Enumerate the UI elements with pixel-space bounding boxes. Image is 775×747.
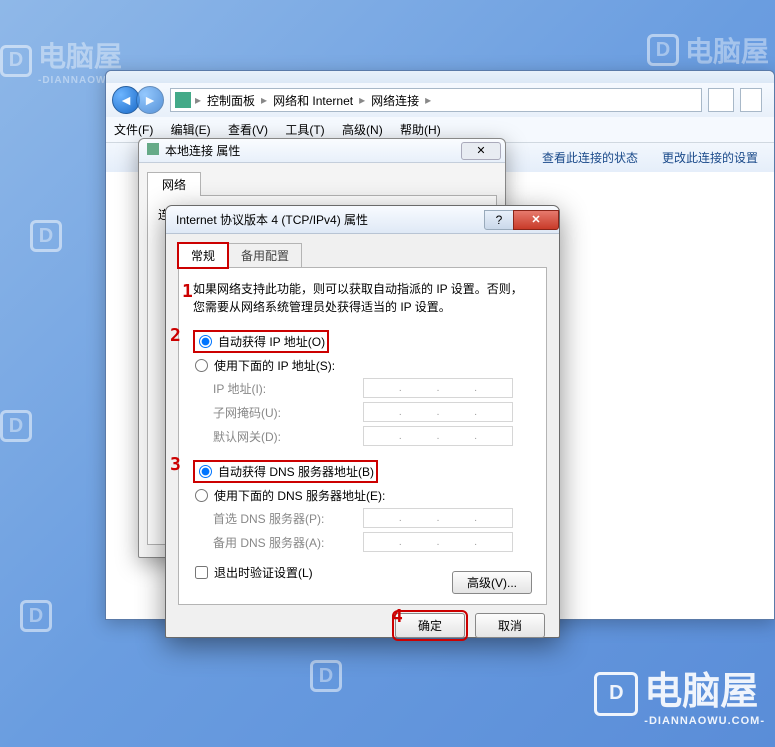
ipv4-title: Internet 协议版本 4 (TCP/IPv4) 属性 [176, 211, 368, 228]
label-alternate-dns: 备用 DNS 服务器(A): [213, 534, 363, 551]
annotation-1: 1 [182, 281, 193, 302]
ok-button[interactable]: 确定 [395, 613, 465, 638]
menu-help[interactable]: 帮助(H) [400, 123, 441, 137]
close-button[interactable]: ✕ [461, 142, 501, 160]
input-alternate-dns: ... [363, 532, 513, 552]
forward-button[interactable]: ► [136, 86, 164, 114]
annotation-2: 2 [170, 325, 181, 346]
label-manual-ip: 使用下面的 IP 地址(S): [214, 357, 335, 374]
menu-tools[interactable]: 工具(T) [285, 123, 324, 137]
label-ip-address: IP 地址(I): [213, 380, 363, 397]
auto-dns-highlight: 自动获得 DNS 服务器地址(B) [193, 460, 378, 483]
label-preferred-dns: 首选 DNS 服务器(P): [213, 510, 363, 527]
tab-alternate[interactable]: 备用配置 [228, 243, 302, 268]
menu-edit[interactable]: 编辑(E) [171, 123, 211, 137]
toolbar-view-status[interactable]: 查看此连接的状态 [542, 149, 638, 166]
watermark-brand-2: 电脑屋 [685, 36, 769, 67]
label-validate: 退出时验证设置(L) [214, 564, 313, 581]
input-gateway: ... [363, 426, 513, 446]
input-preferred-dns: ... [363, 508, 513, 528]
label-gateway: 默认网关(D): [213, 428, 363, 445]
cancel-button[interactable]: 取消 [475, 613, 545, 638]
label-subnet: 子网掩码(U): [213, 404, 363, 421]
ipv4-properties-dialog: Internet 协议版本 4 (TCP/IPv4) 属性 ? ✕ 常规备用配置… [165, 205, 560, 638]
annotation-4: 4 [392, 606, 403, 627]
adapter-icon [147, 143, 159, 155]
input-ip-address: ... [363, 378, 513, 398]
menu-file[interactable]: 文件(F) [114, 123, 153, 137]
menu-view[interactable]: 查看(V) [228, 123, 268, 137]
close-button[interactable]: ✕ [513, 210, 559, 230]
watermark-sub-big: -DIANNAOWU.COM- [644, 715, 765, 727]
description-text: 如果网络支持此功能，则可以获取自动指派的 IP 设置。否则，您需要从网络系统管理… [193, 280, 532, 316]
input-subnet: ... [363, 402, 513, 422]
label-auto-ip: 自动获得 IP 地址(O) [218, 333, 325, 350]
network-icon [175, 92, 191, 108]
watermark-brand-big: 电脑屋 [644, 671, 758, 713]
radio-auto-ip[interactable] [199, 335, 212, 348]
tab-network[interactable]: 网络 [147, 172, 201, 196]
tab-general[interactable]: 常规 [178, 243, 228, 268]
help-button[interactable]: ? [484, 210, 514, 230]
crumb-root[interactable]: 控制面板 [201, 92, 261, 109]
annotation-3: 3 [170, 454, 181, 475]
crumb-mid[interactable]: 网络和 Internet [267, 92, 359, 109]
breadcrumb[interactable]: ▸ 控制面板 ▸ 网络和 Internet ▸ 网络连接 ▸ [170, 88, 702, 112]
advanced-button[interactable]: 高级(V)... [452, 571, 532, 594]
radio-manual-ip[interactable] [195, 359, 208, 372]
toolbar-change-settings[interactable]: 更改此连接的设置 [662, 149, 758, 166]
auto-ip-highlight: 自动获得 IP 地址(O) [193, 330, 329, 353]
checkbox-validate[interactable] [195, 566, 208, 579]
watermark-brand: 电脑屋 [38, 41, 122, 72]
crumb-leaf[interactable]: 网络连接 [365, 92, 425, 109]
label-auto-dns: 自动获得 DNS 服务器地址(B) [218, 463, 374, 480]
menu-advanced[interactable]: 高级(N) [342, 123, 383, 137]
nav-bar: ◄ ► ▸ 控制面板 ▸ 网络和 Internet ▸ 网络连接 ▸ [106, 83, 774, 117]
search-box[interactable] [740, 88, 762, 112]
radio-manual-dns[interactable] [195, 489, 208, 502]
radio-auto-dns[interactable] [199, 465, 212, 478]
label-manual-dns: 使用下面的 DNS 服务器地址(E): [214, 487, 385, 504]
props-title: 本地连接 属性 [165, 144, 240, 158]
refresh-button[interactable] [708, 88, 734, 112]
